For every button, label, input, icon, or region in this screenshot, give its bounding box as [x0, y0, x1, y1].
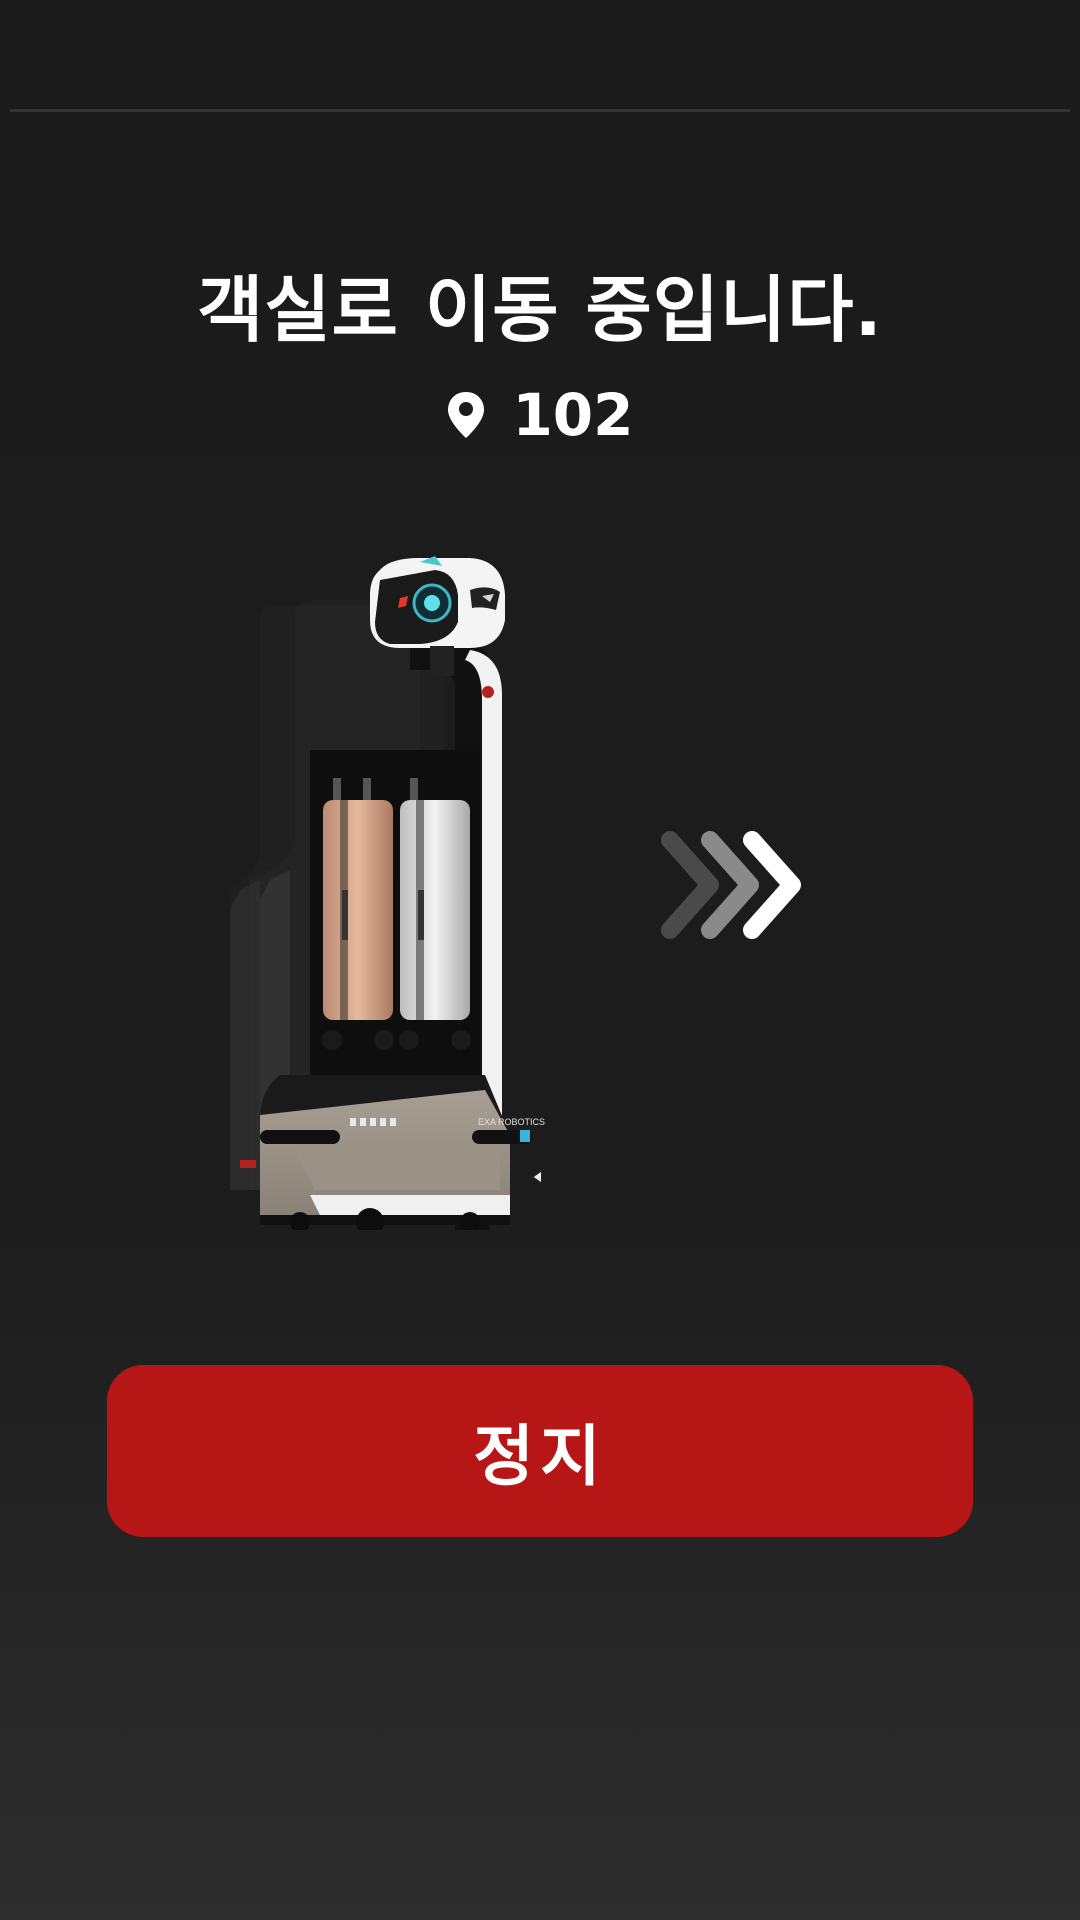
svg-text:EXA ROBOTICS: EXA ROBOTICS [478, 1117, 545, 1127]
status-headline: 객실로 이동 중입니다. [197, 268, 883, 352]
destination-row: 102 [0, 380, 1080, 450]
top-divider [10, 109, 1070, 112]
room-number: 102 [512, 381, 634, 449]
location-pin-icon [448, 392, 485, 438]
stop-button[interactable]: 정지 [107, 1365, 973, 1537]
triple-chevron-right-icon [661, 831, 801, 939]
delivery-robot-image: EXA ROBOTICS [230, 556, 545, 1230]
